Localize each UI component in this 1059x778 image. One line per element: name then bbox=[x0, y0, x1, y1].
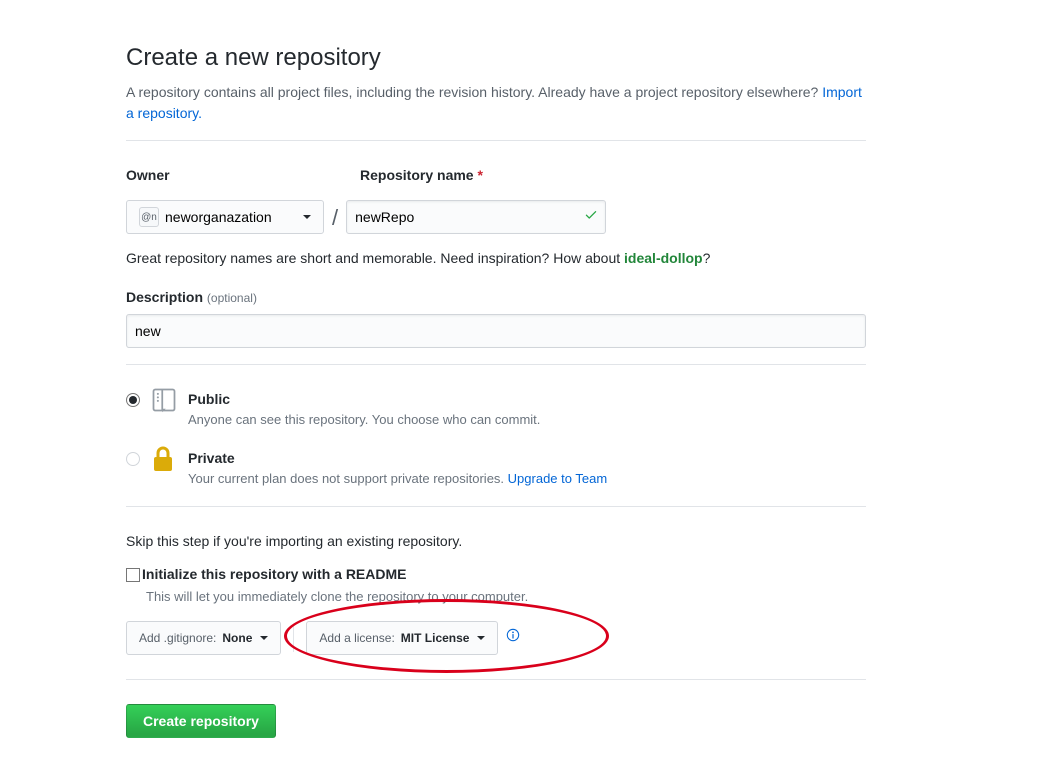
public-label: Public bbox=[188, 391, 230, 407]
repo-name-label-text: Repository name bbox=[360, 167, 474, 183]
repo-name-label: Repository name * bbox=[360, 165, 626, 186]
caret-down-icon bbox=[477, 636, 485, 640]
description-label: Description bbox=[126, 289, 203, 305]
owner-avatar-icon: @n bbox=[139, 207, 159, 227]
private-sub: Your current plan does not support priva… bbox=[188, 469, 607, 489]
private-sub-prefix: Your current plan does not support priva… bbox=[188, 471, 508, 486]
divider bbox=[126, 679, 866, 680]
readme-checkbox[interactable] bbox=[126, 568, 140, 582]
vertical-separator bbox=[293, 624, 294, 652]
slash-separator: / bbox=[332, 201, 338, 234]
divider bbox=[126, 364, 866, 365]
public-radio[interactable] bbox=[126, 393, 140, 407]
required-asterisk: * bbox=[477, 167, 482, 183]
public-sub: Anyone can see this repository. You choo… bbox=[188, 410, 540, 430]
info-icon[interactable] bbox=[506, 627, 520, 648]
name-hint: Great repository names are short and mem… bbox=[126, 248, 866, 269]
caret-down-icon bbox=[260, 636, 268, 640]
upgrade-link[interactable]: Upgrade to Team bbox=[508, 471, 608, 486]
check-icon bbox=[584, 207, 598, 228]
gitignore-select[interactable]: Add .gitignore: None bbox=[126, 621, 281, 655]
owner-select[interactable]: @n neworganazation bbox=[126, 200, 324, 234]
visibility-private-row: Private Your current plan does not suppo… bbox=[126, 448, 866, 489]
repo-private-icon bbox=[150, 445, 178, 479]
readme-sub: This will let you immediately clone the … bbox=[146, 587, 866, 607]
repo-public-icon bbox=[150, 386, 178, 420]
divider bbox=[126, 506, 866, 507]
description-input[interactable] bbox=[126, 314, 866, 348]
page-subhead: A repository contains all project files,… bbox=[126, 82, 866, 124]
suggested-name-link[interactable]: ideal-dollop bbox=[624, 250, 703, 266]
license-prefix: Add a license: bbox=[319, 631, 394, 645]
divider bbox=[126, 140, 866, 141]
page-title: Create a new repository bbox=[126, 40, 866, 76]
create-repository-button[interactable]: Create repository bbox=[126, 704, 276, 738]
private-label: Private bbox=[188, 450, 235, 466]
subhead-text: A repository contains all project files,… bbox=[126, 84, 822, 100]
caret-down-icon bbox=[303, 215, 311, 219]
description-optional: (optional) bbox=[207, 291, 257, 305]
license-select[interactable]: Add a license: MIT License bbox=[306, 621, 498, 655]
gitignore-prefix: Add .gitignore: bbox=[139, 631, 216, 645]
gitignore-value: None bbox=[222, 631, 252, 645]
name-hint-suffix: ? bbox=[703, 250, 711, 266]
name-hint-prefix: Great repository names are short and mem… bbox=[126, 250, 624, 266]
repo-name-input[interactable] bbox=[346, 200, 606, 234]
owner-value: neworganazation bbox=[165, 209, 272, 225]
owner-label: Owner bbox=[126, 165, 340, 186]
license-value: MIT License bbox=[401, 631, 470, 645]
skip-note: Skip this step if you're importing an ex… bbox=[126, 531, 866, 552]
readme-label: Initialize this repository with a README bbox=[142, 564, 406, 585]
private-radio bbox=[126, 452, 140, 466]
visibility-public-row[interactable]: Public Anyone can see this repository. Y… bbox=[126, 389, 866, 430]
